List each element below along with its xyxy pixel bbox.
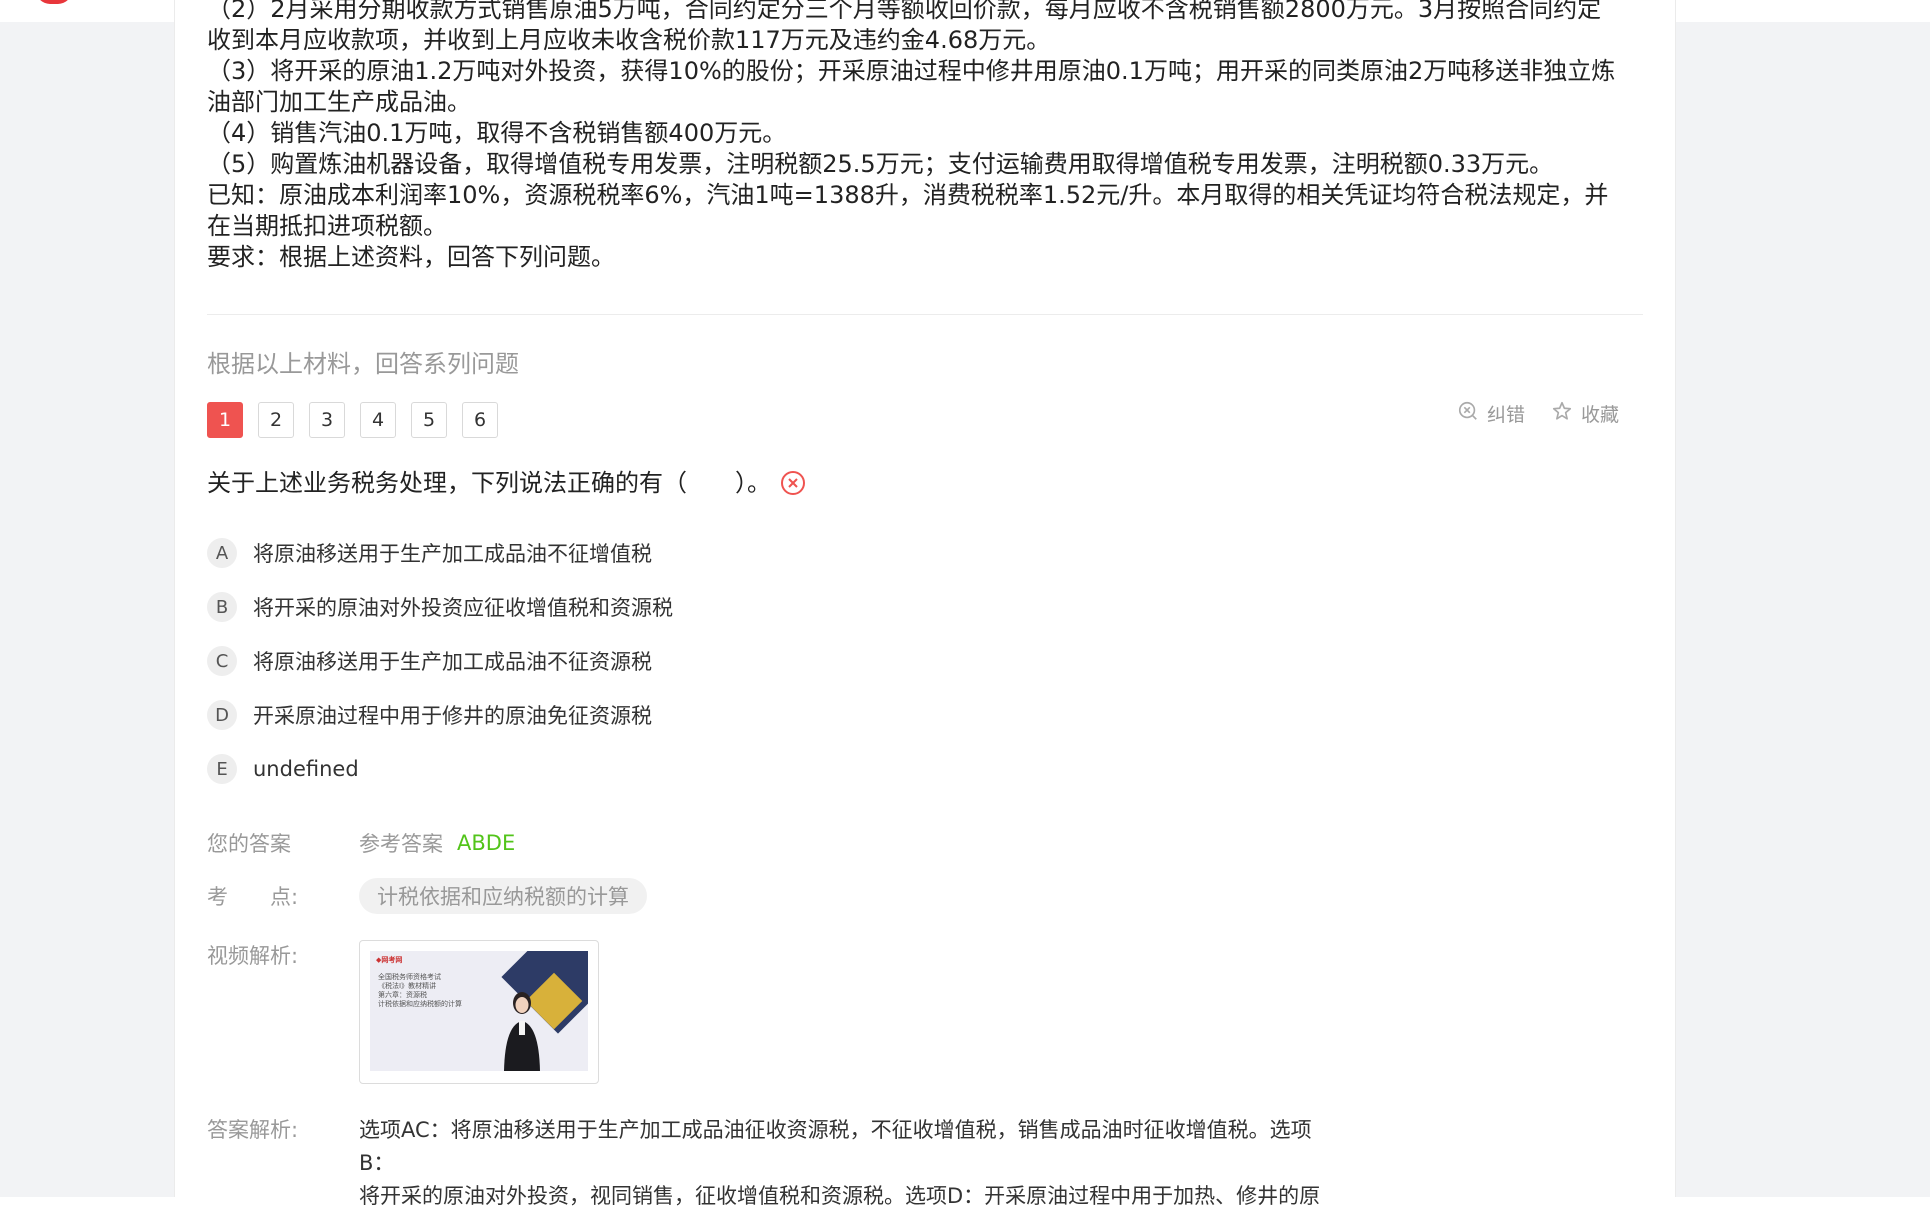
material-line: （5）购置炼油机器设备，取得增值税专用发票，注明税额25.5万元；支付运输费用取… xyxy=(207,150,1554,178)
material-line: （3）将开采的原油1.2万吨对外投资，获得10%的股份；开采原油过程中修井用原油… xyxy=(207,57,1616,116)
video-thumbnail[interactable]: ◆网考网 全国税务师资格考试 《税法Ⅰ》教材精讲 第六章：资源税 计税依据和应纳… xyxy=(359,940,599,1084)
answer-row: 您的答案 参考答案 ABDE xyxy=(207,828,515,858)
wrong-answer-icon xyxy=(779,469,807,497)
option-c[interactable]: C 将原油移送用于生产加工成品油不征资源税 xyxy=(207,634,673,688)
divider xyxy=(207,314,1643,315)
favorite-button[interactable]: 收藏 xyxy=(1551,400,1619,427)
option-text: 将原油移送用于生产加工成品油不征资源税 xyxy=(253,650,652,674)
question-tab-5[interactable]: 5 xyxy=(411,402,447,438)
report-error-label: 纠错 xyxy=(1486,404,1525,426)
option-text: undefined xyxy=(253,757,359,781)
analysis-line: 选项AC：将原油移送用于生产加工成品油征收资源税，不征收增值税，销售成品油时征收… xyxy=(359,1118,1312,1175)
answer-analysis-row: 答案解析: 选项AC：将原油移送用于生产加工成品油征收资源税，不征收增值税，销售… xyxy=(207,1114,1339,1213)
question-tab-6[interactable]: 6 xyxy=(462,402,498,438)
video-title-line: 第六章：资源税 xyxy=(378,991,427,999)
question-tabs: 1 2 3 4 5 6 xyxy=(207,402,498,438)
report-error-icon xyxy=(1457,400,1479,427)
question-tab-3[interactable]: 3 xyxy=(309,402,345,438)
option-letter: E xyxy=(207,754,237,784)
option-letter: C xyxy=(207,646,237,676)
video-analysis-label: 视频解析: xyxy=(207,944,299,968)
video-title-line: 全国税务师资格考试 xyxy=(378,973,441,981)
material-text: （2）2月采用分期收款方式销售原油5万吨，合同约定分三个月等额收回价款，每月应收… xyxy=(207,0,1617,273)
question-card: （2）2月采用分期收款方式销售原油5万吨，合同约定分三个月等额收回价款，每月应收… xyxy=(174,0,1676,1208)
key-point-label: 考 点: xyxy=(207,885,299,909)
option-b[interactable]: B 将开采的原油对外投资应征收增值税和资源税 xyxy=(207,580,673,634)
material-line: 已知：原油成本利润率10%，资源税税率6%，汽油1吨=1388升，消费税税率1.… xyxy=(207,181,1609,240)
question-tools: 纠错 收藏 xyxy=(1457,400,1619,427)
reference-answer-value: ABDE xyxy=(457,831,516,855)
option-d[interactable]: D 开采原油过程中用于修井的原油免征资源税 xyxy=(207,688,673,742)
question-tab-2[interactable]: 2 xyxy=(258,402,294,438)
video-preview: ◆网考网 全国税务师资格考试 《税法Ⅰ》教材精讲 第六章：资源税 计税依据和应纳… xyxy=(370,951,588,1071)
reference-answer-label: 参考答案 xyxy=(359,832,443,856)
section-title: 根据以上材料，回答系列问题 xyxy=(207,350,519,378)
video-title: 全国税务师资格考试 《税法Ⅰ》教材精讲 第六章：资源税 计税依据和应纳税额的计算 xyxy=(378,973,462,1009)
option-text: 将原油移送用于生产加工成品油不征增值税 xyxy=(253,542,652,566)
material-line: 要求：根据上述资料，回答下列问题。 xyxy=(207,243,615,271)
question-tab-1[interactable]: 1 xyxy=(207,402,243,438)
option-letter: A xyxy=(207,538,237,568)
brand-logo[interactable] xyxy=(36,0,72,4)
option-e[interactable]: E undefined xyxy=(207,742,673,796)
option-a[interactable]: A 将原油移送用于生产加工成品油不征增值税 xyxy=(207,526,673,580)
question-stem: 关于上述业务税务处理，下列说法正确的有（ ）。 xyxy=(207,466,807,500)
option-letter: D xyxy=(207,700,237,730)
video-analysis-row: 视频解析: ◆网考网 全国税务师资格考试 《税法Ⅰ》教材精讲 第六章：资源税 计… xyxy=(207,940,599,1084)
star-icon xyxy=(1551,400,1573,427)
option-text: 开采原油过程中用于修井的原油免征资源税 xyxy=(253,704,652,728)
answer-analysis-label: 答案解析: xyxy=(207,1118,299,1142)
answer-analysis-text: 选项AC：将原油移送用于生产加工成品油征收资源税，不征收增值税，销售成品油时征收… xyxy=(359,1114,1339,1213)
option-list: A 将原油移送用于生产加工成品油不征增值税 B 将开采的原油对外投资应征收增值税… xyxy=(207,526,673,796)
key-point-tag[interactable]: 计税依据和应纳税额的计算 xyxy=(359,878,647,914)
video-title-line: 计税依据和应纳税额的计算 xyxy=(378,1000,462,1008)
video-logo: ◆网考网 xyxy=(376,956,403,964)
your-answer-label: 您的答案 xyxy=(207,832,291,856)
question-tab-4[interactable]: 4 xyxy=(360,402,396,438)
key-point-row: 考 点: 计税依据和应纳税额的计算 xyxy=(207,878,647,914)
material-line: （4）销售汽油0.1万吨，取得不含税销售额400万元。 xyxy=(207,119,787,147)
video-title-line: 《税法Ⅰ》教材精讲 xyxy=(378,982,437,990)
question-text: 关于上述业务税务处理，下列说法正确的有（ ）。 xyxy=(207,469,771,497)
option-letter: B xyxy=(207,592,237,622)
favorite-label: 收藏 xyxy=(1580,404,1619,426)
lecturer-figure xyxy=(504,992,540,1071)
material-line: （2）2月采用分期收款方式销售原油5万吨，合同约定分三个月等额收回价款，每月应收… xyxy=(207,0,1602,54)
option-text: 将开采的原油对外投资应征收增值税和资源税 xyxy=(253,596,673,620)
report-error-button[interactable]: 纠错 xyxy=(1457,400,1525,427)
